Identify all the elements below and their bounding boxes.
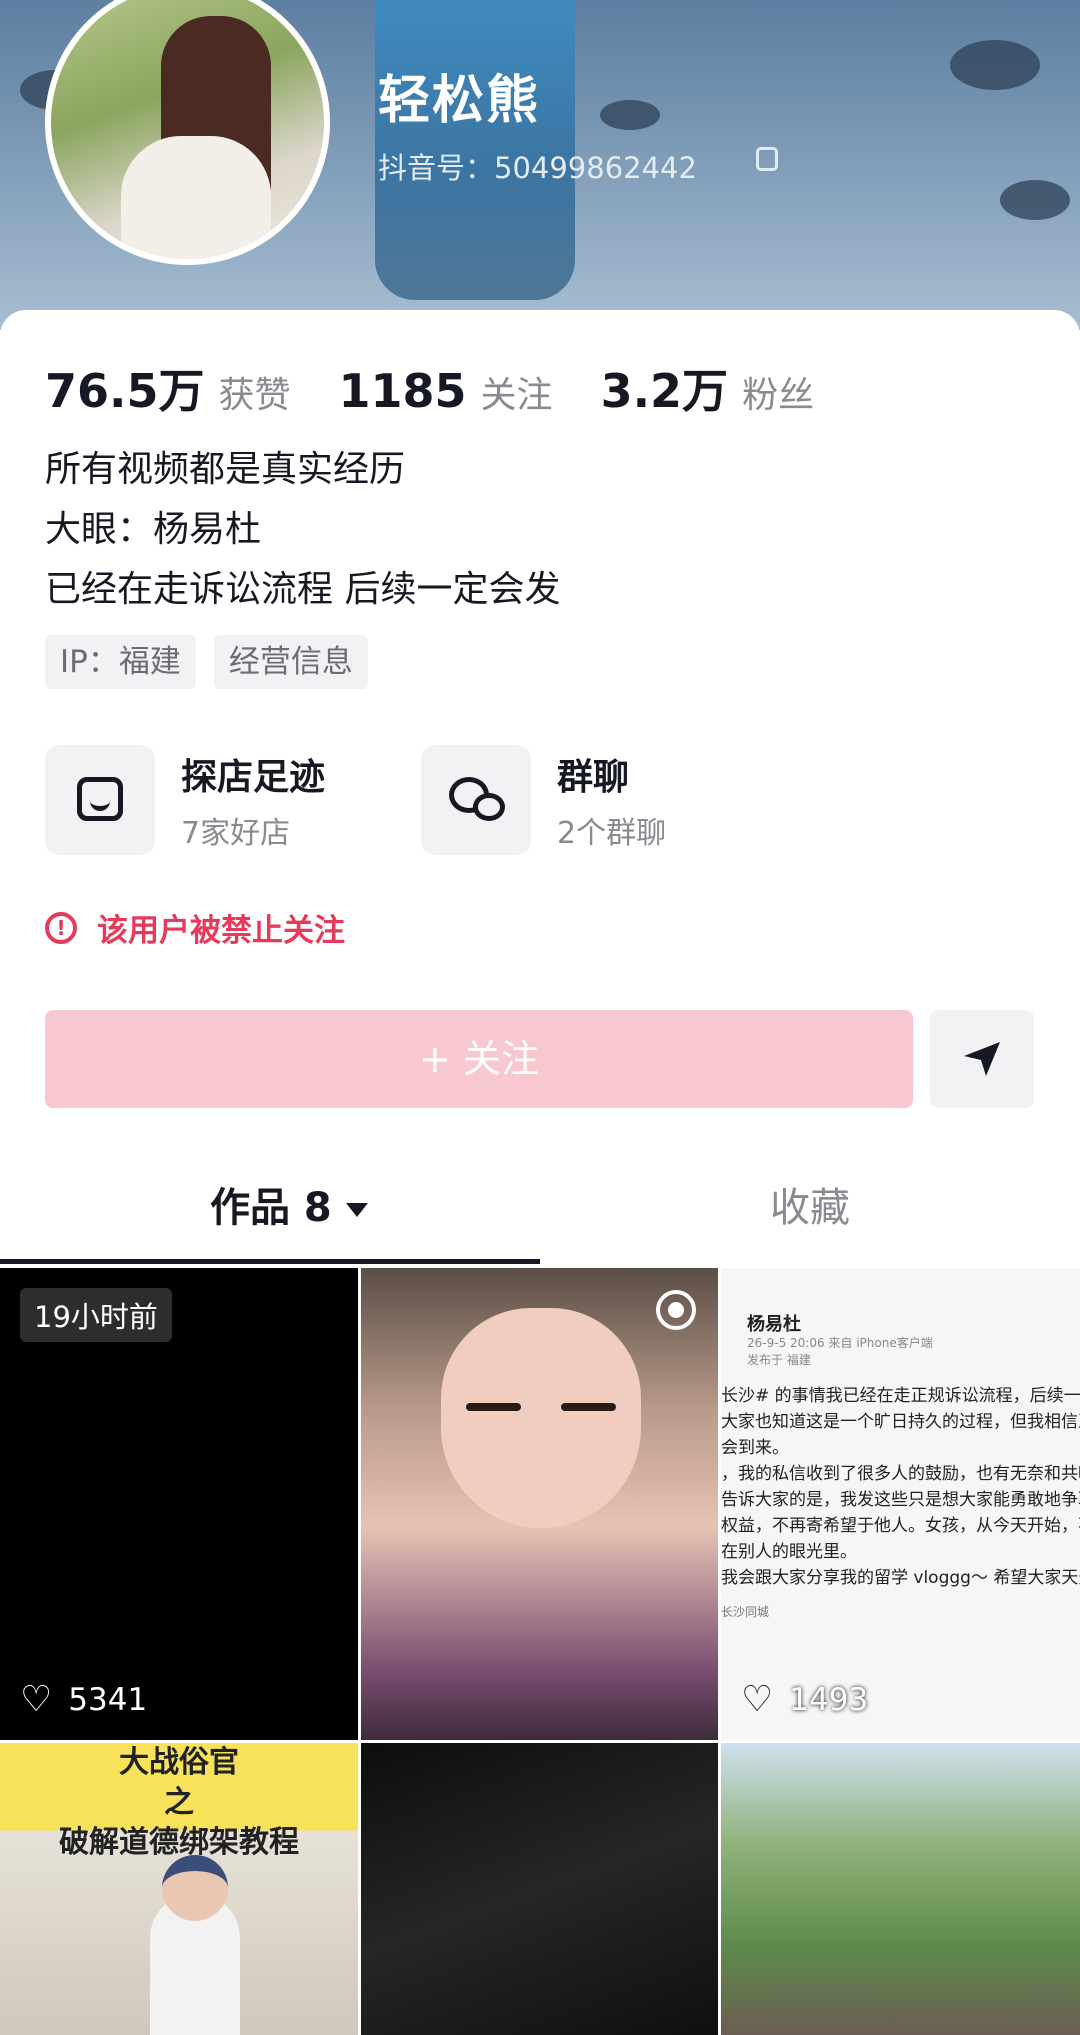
stat-value: 76.5万 [45, 364, 205, 418]
post-author: 杨易杜 [747, 1314, 801, 1335]
thumbnail-title: 大战俗官 之 破解道德绑架教程 [59, 1745, 299, 1860]
post-body: 长沙# 的事情我已经在走正规诉讼流程，后续一定会 大家也知道这是一个旷日持久的过… [721, 1386, 1080, 1588]
avatar-coat [121, 136, 271, 259]
video-grid: 19小时前 ♡ 5341 杨易杜 26-9-5 20:06 来自 iPhone客… [0, 1268, 1080, 2035]
stat-value: 1185 [338, 364, 467, 418]
feature-subtitle: 7家好店 [181, 816, 291, 851]
bio-line: 已经在走诉讼流程 后续一定会发 [45, 569, 561, 610]
bio-line: 大眼：杨易杜 [45, 509, 262, 550]
feature-shop-visits[interactable]: 探店足迹 7家好店 [45, 745, 325, 855]
stat-likes[interactable]: 76.5万 获赞 [45, 355, 291, 421]
dropdown-triangle-icon [345, 1203, 368, 1217]
douyin-id: 抖音号：50499862442 [378, 151, 697, 185]
post-location: 长沙同城 [721, 1605, 770, 1619]
warning-text: 该用户被禁止关注 [97, 913, 345, 949]
bio-line: 所有视频都是真实经历 [45, 449, 406, 490]
heart-icon: ♡ [741, 1679, 774, 1720]
nickname: 轻松熊 [378, 71, 541, 131]
thumbnail-face [441, 1308, 641, 1528]
time-badge: 19小时前 [20, 1288, 172, 1342]
chat-icon [421, 745, 531, 855]
heart-icon: ♡ [20, 1679, 53, 1720]
stat-label: 粉丝 [742, 375, 815, 416]
tab-works[interactable]: 作品 8 [210, 1175, 368, 1233]
banner-blot [600, 100, 660, 130]
like-count-value: 5341 [68, 1681, 148, 1718]
video-thumbnail[interactable] [361, 1268, 718, 1740]
feature-group-chat[interactable]: 群聊 2个群聊 [421, 745, 666, 855]
feature-title: 群聊 [557, 757, 630, 798]
stat-value: 3.2万 [600, 364, 729, 418]
stat-label: 获赞 [218, 375, 291, 416]
feature-subtitle: 2个群聊 [557, 816, 667, 851]
stats-row: 76.5万 获赞 1185 关注 3.2万 粉丝 [45, 355, 862, 421]
follow-button[interactable]: + 关注 [45, 1010, 913, 1108]
thumbnail-person-head [162, 1855, 228, 1921]
tab-favorites[interactable]: 收藏 [770, 1175, 850, 1233]
like-count: ♡ 1493 [741, 1679, 868, 1720]
banner-blot [1000, 180, 1070, 220]
post-meta: 26-9-5 20:06 来自 iPhone客户端 发布于 福建 [747, 1336, 933, 1367]
video-thumbnail[interactable]: 19小时前 ♡ 5341 [0, 1268, 358, 1740]
active-tab-indicator [0, 1259, 540, 1264]
video-thumbnail[interactable] [361, 1743, 718, 2035]
stat-following[interactable]: 1185 关注 [339, 364, 553, 418]
tags-row: IP：福建 经营信息 [45, 635, 386, 689]
like-count: ♡ 5341 [20, 1679, 147, 1720]
video-thumbnail[interactable]: 杨易杜 26-9-5 20:06 来自 iPhone客户端 发布于 福建 长沙#… [721, 1268, 1080, 1740]
share-button[interactable] [930, 1010, 1034, 1108]
tab-label: 作品 8 [210, 1185, 332, 1231]
tag-ip: IP：福建 [45, 635, 196, 689]
follow-banned-warning: ! 该用户被禁止关注 [45, 905, 345, 950]
video-thumbnail[interactable]: 大战俗官 之 破解道德绑架教程 [0, 1743, 358, 2035]
banner-blot [950, 40, 1040, 90]
live-icon [656, 1290, 696, 1330]
like-count-value: 1493 [789, 1681, 869, 1718]
bio: 所有视频都是真实经历 大眼：杨易杜 已经在走诉讼流程 后续一定会发 [45, 440, 560, 620]
video-thumbnail[interactable] [721, 1743, 1080, 2035]
tag-business-info[interactable]: 经营信息 [213, 635, 368, 689]
stat-label: 关注 [480, 375, 553, 416]
send-icon [964, 1042, 1000, 1076]
stat-followers[interactable]: 3.2万 粉丝 [601, 355, 815, 421]
feature-title: 探店足迹 [181, 757, 326, 798]
copy-icon[interactable] [756, 147, 778, 171]
shop-icon [45, 745, 155, 855]
content-tabs: 作品 8 收藏 [0, 1175, 1080, 1255]
alert-icon: ! [45, 911, 77, 944]
